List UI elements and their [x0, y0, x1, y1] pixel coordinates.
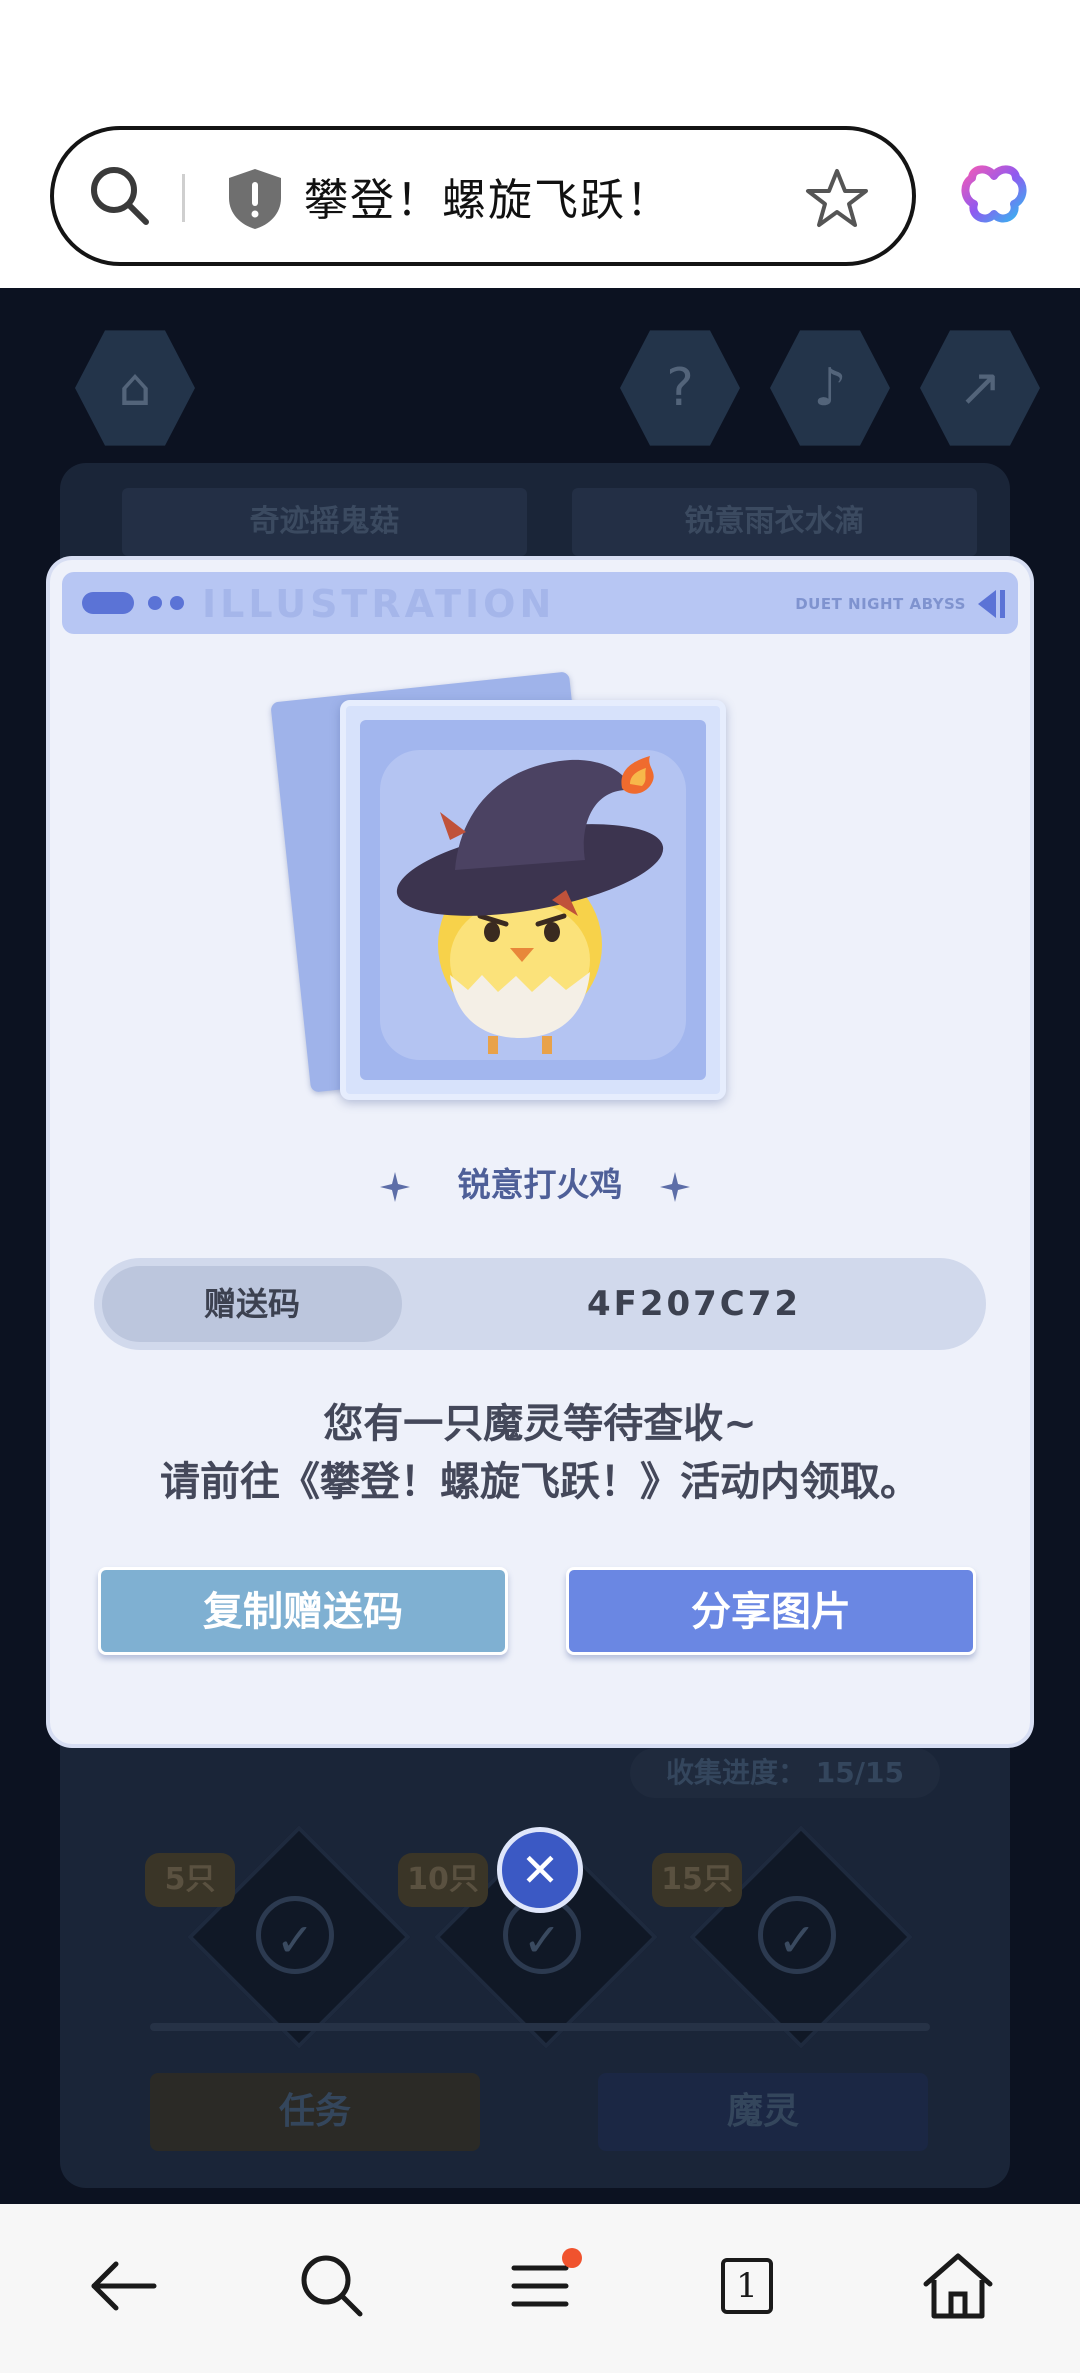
address-divider: [182, 174, 185, 222]
spirit-button[interactable]: 魔灵: [598, 2073, 928, 2151]
notification-dot: [562, 2248, 582, 2268]
header-pill-decoration: [82, 592, 134, 614]
browser-bottom-nav: 1: [0, 2204, 1080, 2373]
creature-card-art: [360, 720, 706, 1080]
creature-card: [340, 700, 726, 1100]
task-button[interactable]: 任务: [150, 2073, 480, 2151]
tier-label: 5只: [145, 1853, 235, 1907]
gift-code-label: 赠送码: [102, 1266, 402, 1342]
check-icon: ✓: [758, 1896, 836, 1974]
shield-icon[interactable]: [224, 166, 286, 232]
sparkle-icon: [660, 1172, 690, 1202]
star-icon[interactable]: [804, 166, 870, 232]
header-decoration-text: ILLUSTRATION: [202, 582, 556, 626]
progress-track: [150, 2023, 930, 2031]
browser-toolbar: 攀登！螺旋飞跃！: [0, 0, 1080, 288]
home-icon[interactable]: [918, 2246, 998, 2326]
header-dot-decoration: [148, 596, 162, 610]
header-arrow-icon: [978, 590, 1005, 618]
header-brand: DUET NIGHT ABYSS: [795, 595, 966, 613]
address-bar[interactable]: 攀登！螺旋飞跃！: [50, 126, 916, 266]
share-image-button[interactable]: 分享图片: [566, 1567, 976, 1655]
tier-label: 10只: [398, 1853, 488, 1907]
gift-dialog: ILLUSTRATION DUET NIGHT ABYSS 锐意打火鸡 赠送码 …: [50, 560, 1030, 1744]
page-title[interactable]: 攀登！螺旋飞跃！: [304, 166, 672, 236]
home-icon[interactable]: ⌂: [75, 330, 195, 446]
message-line-1: 您有一只魔灵等待查收~: [323, 1401, 757, 1447]
gift-code-value[interactable]: 4F207C72: [402, 1258, 986, 1350]
copy-code-button[interactable]: 复制赠送码: [98, 1567, 508, 1655]
tier-label: 15只: [652, 1853, 742, 1907]
share-icon[interactable]: ↗: [920, 330, 1040, 446]
collection-progress: 收集进度： 15/15: [630, 1748, 940, 1798]
dialog-header: ILLUSTRATION DUET NIGHT ABYSS: [62, 572, 1018, 634]
help-icon[interactable]: ?: [620, 330, 740, 446]
search-icon[interactable]: [84, 160, 158, 234]
tab-count: 1: [721, 2258, 773, 2314]
back-icon[interactable]: [82, 2246, 162, 2326]
close-icon[interactable]: ✕: [497, 1827, 583, 1913]
message-line-2: 请前往《攀登！螺旋飞跃！》活动内领取。: [160, 1459, 920, 1505]
music-icon[interactable]: ♪: [770, 330, 890, 446]
check-icon: ✓: [256, 1896, 334, 1974]
fire-chick-illustration: [380, 750, 686, 1060]
header-dot-decoration: [170, 596, 184, 610]
app-logo-icon[interactable]: [958, 158, 1030, 230]
tab-mushroom[interactable]: 奇迹摇鬼菇: [122, 488, 527, 556]
tabs-icon[interactable]: 1: [703, 2246, 783, 2326]
search-icon[interactable]: [292, 2246, 372, 2326]
gift-code-row: 赠送码 4F207C72: [94, 1258, 986, 1350]
tab-raindrop[interactable]: 锐意雨衣水滴: [572, 488, 977, 556]
creature-name: 锐意打火鸡: [457, 1165, 623, 1204]
